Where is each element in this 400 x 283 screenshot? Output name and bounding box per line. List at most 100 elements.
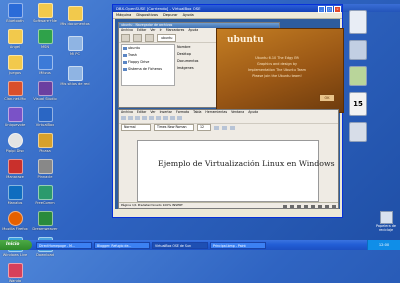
menu-item[interactable]: Ver (150, 110, 155, 115)
desktop-icon[interactable]: Mitzus (30, 55, 60, 75)
taskbar-button[interactable]: DirectHomepage - M... (36, 241, 92, 249)
close-button[interactable]: × (334, 6, 341, 13)
paste-icon[interactable] (163, 116, 168, 120)
desktop-icon[interactable]: FreeComm (30, 185, 60, 205)
underline-icon[interactable] (230, 125, 235, 130)
taskbar-button[interactable]: Blogger: Refugio de... (94, 241, 150, 249)
undo-icon[interactable] (170, 116, 175, 120)
redo-icon[interactable] (177, 116, 182, 120)
calendar-gadget[interactable]: 15 (349, 92, 367, 116)
menu-ayuda[interactable]: Ayuda (188, 28, 198, 33)
menu-help[interactable]: Ayuda (183, 12, 194, 18)
desktop-icon[interactable]: Mis documentos (60, 6, 90, 26)
menu-archivo[interactable]: Archivo (121, 28, 133, 33)
guest-screen[interactable]: ubuntu - Navegador de archivos Archivo E… (115, 19, 344, 209)
maximize-button[interactable]: □ (326, 6, 333, 13)
notes-gadget[interactable] (349, 122, 367, 142)
menu-editar[interactable]: Editar (137, 28, 146, 33)
desktop-icon-label: Download (36, 253, 54, 257)
place-item[interactable]: Sistema de Ficheros (122, 66, 174, 73)
location-field[interactable]: ubuntu (157, 33, 177, 42)
menu-item[interactable]: Herramientas (205, 110, 227, 115)
desktop-icon[interactable]: Angel (0, 29, 30, 49)
new-icon[interactable] (121, 116, 126, 120)
desktop-icon[interactable]: Mi PC (60, 36, 90, 56)
paragraph-style-select[interactable]: Normal (121, 124, 151, 131)
place-item[interactable]: Trash (122, 52, 174, 59)
menu-item[interactable]: Formato (176, 110, 189, 115)
floppy-icon[interactable] (297, 204, 301, 208)
desktop-icon[interactable]: Clan.net.Mo (0, 81, 30, 101)
place-item[interactable]: ubuntu (122, 45, 174, 52)
ok-button[interactable]: OK (319, 94, 335, 102)
column-header[interactable]: Nombre (177, 44, 217, 51)
menu-ver[interactable]: Ver (150, 28, 155, 33)
menu-debug[interactable]: Depurar (163, 12, 178, 18)
desktop-icon[interactable]: Pipipi Disc (0, 133, 30, 153)
desktop-icon[interactable]: MSN (30, 29, 60, 49)
file-item[interactable]: Imágenes (177, 65, 217, 72)
desktop-icon[interactable]: Pinnacle (30, 159, 60, 179)
desktop-icon[interactable]: Dreamweaver (30, 211, 60, 231)
minimize-button[interactable]: _ (318, 6, 325, 13)
cut-icon[interactable] (149, 116, 154, 120)
file-item[interactable]: Documentos (177, 58, 217, 65)
desktop-icon[interactable]: Manalos (0, 185, 30, 205)
network-icon[interactable] (304, 204, 308, 208)
menu-item[interactable]: Tabla (193, 110, 201, 115)
print-icon[interactable] (142, 116, 147, 120)
menu-item[interactable]: Editar (137, 110, 146, 115)
mouse-capture-icon[interactable] (325, 204, 329, 208)
copy-icon[interactable] (156, 116, 161, 120)
save-icon[interactable] (135, 116, 140, 120)
menu-ir[interactable]: Ir (160, 28, 162, 33)
recycle-bin[interactable]: Papelera de reciclaje (374, 211, 398, 232)
desktop-icon[interactable]: Bluetooth (0, 3, 30, 23)
weather-gadget[interactable] (349, 66, 367, 86)
desktop-icon[interactable]: Software+Ne (30, 3, 60, 23)
desktop-icon[interactable]: Visual Studio (30, 81, 60, 101)
folder-icon (37, 3, 53, 18)
desktop-icon-label: Mis sitios de red (60, 82, 90, 86)
desktop-icon[interactable]: Juegos (0, 55, 30, 75)
desktop-icon-label: Pinnacle (37, 175, 53, 179)
desktop-icon[interactable]: Mozilla Firefox (0, 211, 30, 231)
desktop-icon[interactable]: Manaraze (0, 159, 30, 179)
menu-devices[interactable]: Dispositivos (136, 12, 158, 18)
cd-icon[interactable] (290, 204, 294, 208)
taskbar-button[interactable]: VirtualBox OSE de Sun (152, 241, 208, 249)
font-size-select[interactable]: 12 (197, 124, 211, 131)
document-page[interactable]: Ejemplo de Virtualización Linux en Windo… (137, 140, 335, 202)
place-item[interactable]: Floppy Drive (122, 59, 174, 66)
menu-item[interactable]: Ayuda (248, 110, 258, 115)
font-name-select[interactable]: Times New Roman (154, 124, 194, 131)
virtualbox-titlebar[interactable]: DBX-OpenSUSE [Corriendo] - VirtualBox OS… (113, 5, 342, 13)
forward-button[interactable] (133, 33, 142, 42)
desktop-icon[interactable]: VirtualBox (30, 107, 60, 127)
menu-item[interactable]: Ventana (231, 110, 244, 115)
document-text[interactable]: Ejemplo de Virtualización Linux en Windo… (158, 159, 335, 168)
taskbar-button[interactable]: Principal.bmp - Paint (210, 241, 266, 249)
file-item[interactable]: Desktop (177, 51, 217, 58)
bold-icon[interactable] (214, 125, 219, 130)
back-button[interactable] (121, 33, 130, 42)
hdd-icon[interactable] (283, 204, 287, 208)
shared-folder-icon[interactable] (318, 204, 322, 208)
desktop-icon[interactable]: Wanda (0, 263, 30, 283)
host-key-icon[interactable] (332, 204, 336, 208)
desktop-icon[interactable]: Picasa (30, 133, 60, 153)
menu-item[interactable]: Archivo (121, 110, 133, 115)
cpu-gadget[interactable] (349, 40, 367, 60)
usb-icon[interactable] (311, 204, 315, 208)
system-tray-clock[interactable]: 12:00 (367, 240, 400, 250)
italic-icon[interactable] (222, 125, 227, 130)
desktop-icon[interactable]: Mis sitios de red (60, 66, 90, 86)
menu-marcadores[interactable]: Marcadores (166, 28, 185, 33)
clock-gadget[interactable] (349, 10, 367, 34)
menu-item[interactable]: Insertar (160, 110, 172, 115)
menu-machine[interactable]: Máquina (116, 12, 131, 18)
start-button[interactable]: Inicio (0, 240, 32, 250)
open-icon[interactable] (128, 116, 133, 120)
up-button[interactable] (145, 33, 154, 42)
desktop-icon[interactable]: Uniquevote (0, 107, 30, 127)
